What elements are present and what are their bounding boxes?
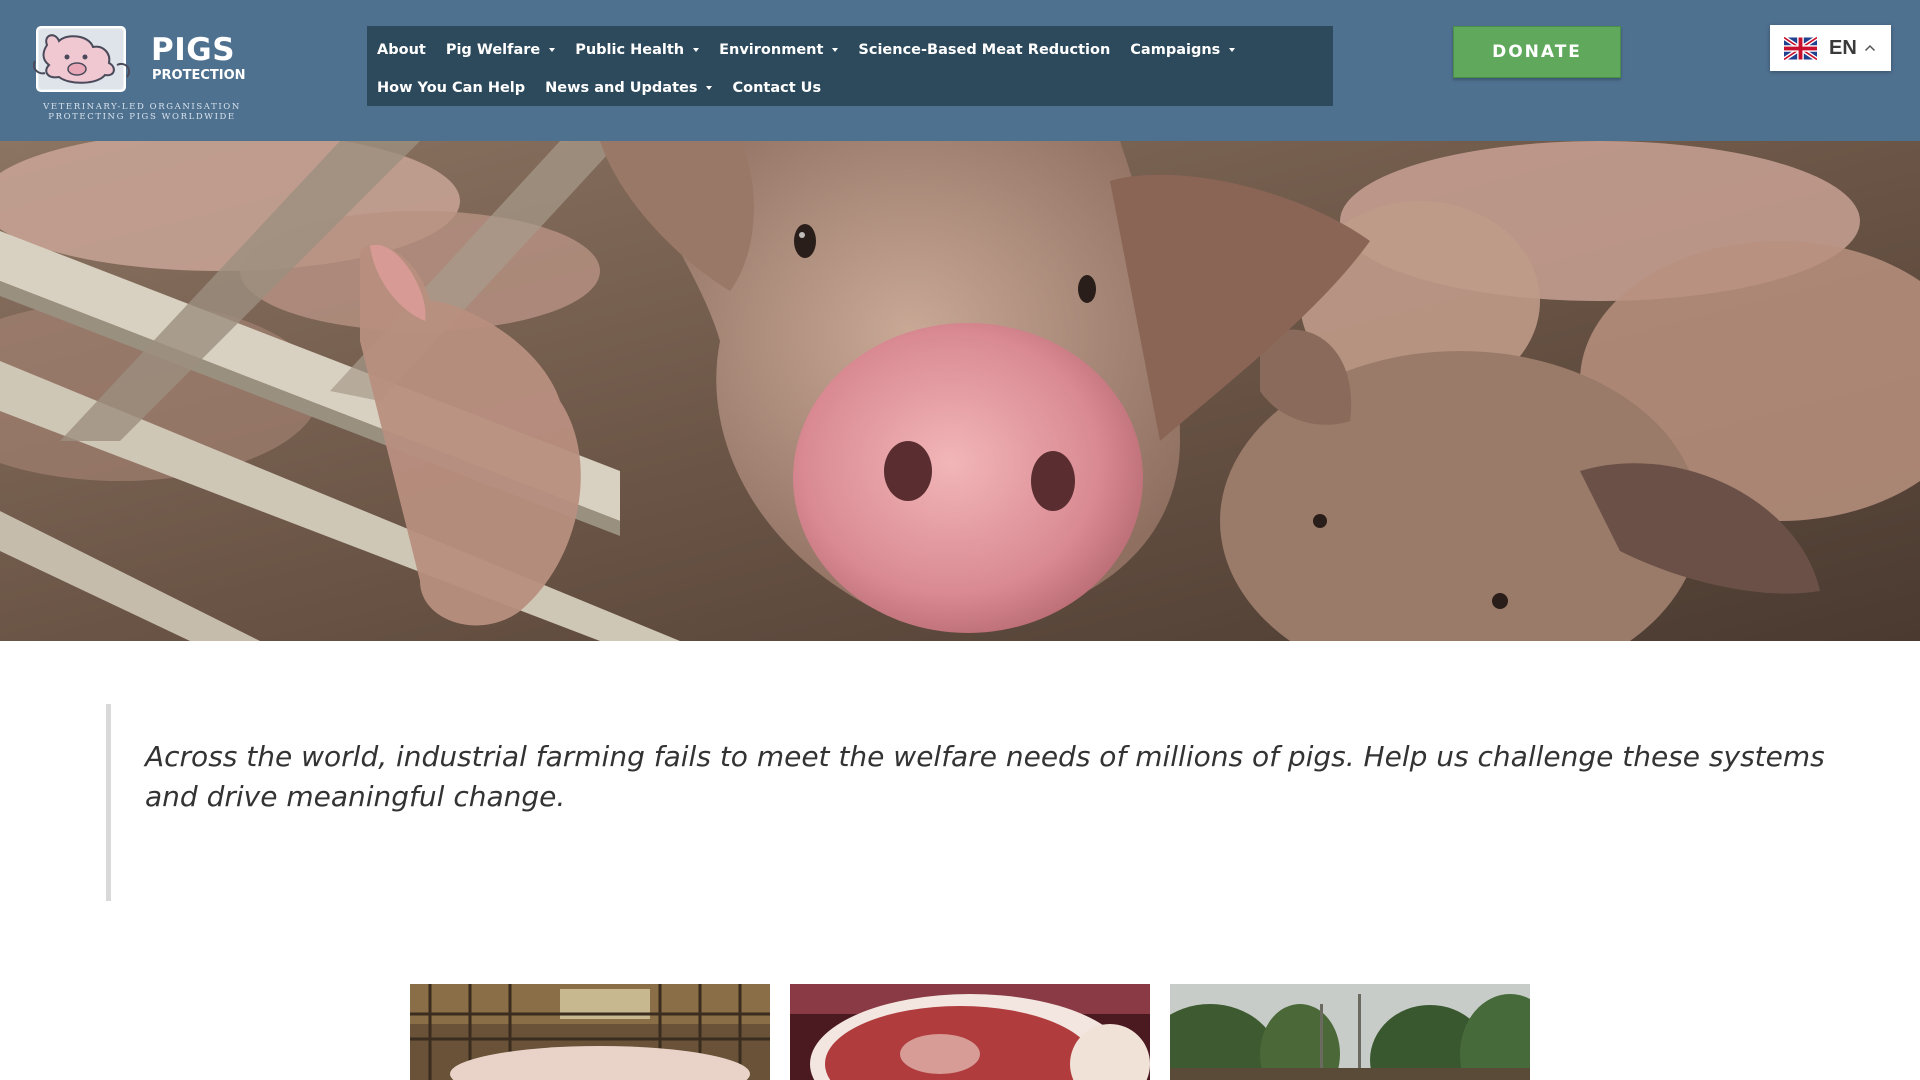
intro-quote: Across the world, industrial farming fai…	[145, 740, 1825, 813]
logo-wordmark-protection: PROTECTION	[152, 68, 246, 83]
site-logo[interactable]: PIGS PROTECTION VETERINARY-LED ORGANISAT…	[33, 25, 246, 122]
raw-pork-meat-image	[790, 984, 1150, 1080]
nav-item-label: Public Health	[575, 42, 685, 58]
nav-item-label: Pig Welfare	[445, 42, 541, 58]
feature-card-public-health[interactable]	[790, 984, 1150, 1080]
language-code: EN	[1829, 36, 1857, 59]
uk-flag-icon	[1784, 35, 1817, 61]
chevron-up-icon	[1864, 44, 1875, 52]
logo-tagline-line2: PROTECTING PIGS WORLDWIDE	[48, 112, 236, 122]
caret-down-icon	[693, 48, 700, 52]
nav-row-1: About Pig Welfare Public Health Environm…	[377, 31, 1329, 69]
logo-tagline: VETERINARY-LED ORGANISATION PROTECTING P…	[37, 102, 247, 122]
nav-item-campaigns[interactable]: Campaigns	[1130, 42, 1236, 58]
nav-item-news-and-updates[interactable]: News and Updates	[545, 80, 713, 96]
caret-down-icon	[1229, 48, 1236, 52]
logo-tagline-line1: VETERINARY-LED ORGANISATION	[43, 102, 241, 112]
feature-card-environment[interactable]	[1170, 984, 1530, 1080]
nav-item-label: Campaigns	[1130, 42, 1221, 58]
language-selector[interactable]: EN	[1770, 25, 1891, 71]
nav-item-label: News and Updates	[545, 80, 698, 96]
caret-down-icon	[549, 48, 556, 52]
hero-image	[0, 141, 1920, 641]
nav-item-label: How You Can Help	[377, 80, 526, 96]
pig-logo-icon	[33, 26, 131, 92]
nav-item-contact-us[interactable]: Contact Us	[732, 80, 821, 96]
main-navigation: About Pig Welfare Public Health Environm…	[367, 26, 1333, 106]
feature-card-pig-welfare[interactable]	[410, 984, 770, 1080]
nav-item-environment[interactable]: Environment	[719, 42, 839, 58]
pigs-in-farm-pen-image	[410, 984, 770, 1080]
nav-item-science-based-meat-reduction[interactable]: Science-Based Meat Reduction	[858, 42, 1110, 58]
caret-down-icon	[832, 48, 839, 52]
nav-row-2: How You Can Help News and Updates Contac…	[377, 69, 1329, 107]
nav-item-label: Science-Based Meat Reduction	[858, 42, 1111, 58]
quote-border	[106, 704, 111, 901]
donate-button[interactable]: DONATE	[1453, 26, 1621, 78]
logo-wordmark-pigs: PIGS	[151, 32, 236, 68]
hero-pig-photo	[0, 141, 1920, 641]
nav-item-label: Contact Us	[732, 80, 822, 96]
nav-item-pig-welfare[interactable]: Pig Welfare	[445, 42, 556, 58]
caret-down-icon	[706, 86, 713, 90]
nav-item-public-health[interactable]: Public Health	[575, 42, 700, 58]
nav-item-how-you-can-help[interactable]: How You Can Help	[377, 80, 525, 96]
nav-item-about[interactable]: About	[377, 42, 426, 58]
nav-item-label: Environment	[719, 42, 824, 58]
nav-item-label: About	[377, 42, 426, 58]
deforested-landscape-image	[1170, 984, 1530, 1080]
site-header: PIGS PROTECTION VETERINARY-LED ORGANISAT…	[0, 0, 1920, 141]
